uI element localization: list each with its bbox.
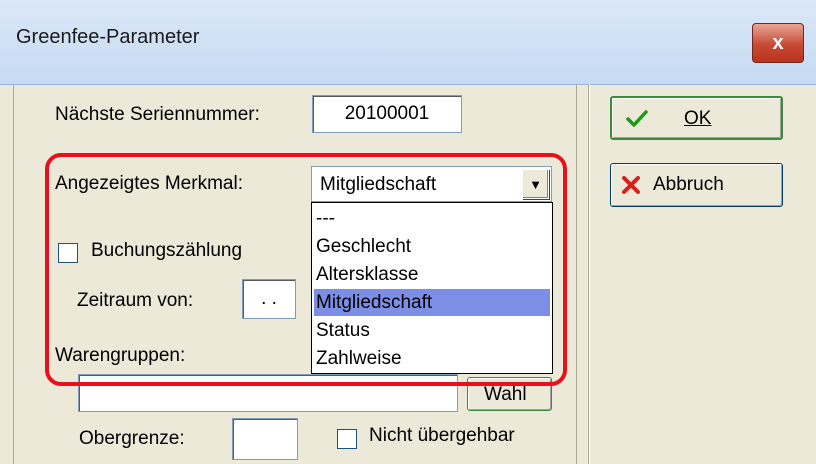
dropdown-button[interactable]: ▼	[522, 169, 549, 199]
dropdown-option[interactable]: Geschlecht	[314, 233, 550, 260]
ok-label: OK	[684, 108, 712, 129]
obergrenze-input[interactable]	[232, 418, 298, 460]
chevron-down-icon: ▼	[529, 176, 542, 192]
window-title: Greenfee-Parameter	[16, 26, 200, 48]
serial-number-input[interactable]: 20100001	[312, 95, 462, 133]
nicht-uebergehbar-checkbox[interactable]	[337, 429, 357, 449]
dropdown-option-selected[interactable]: Mitgliedschaft	[314, 289, 550, 316]
wahl-button[interactable]: Wahl	[467, 377, 552, 411]
dropdown-option[interactable]: Altersklasse	[314, 261, 550, 288]
merkmal-label: Angezeigtes Merkmal:	[55, 173, 243, 194]
merkmal-selected-value: Mitgliedschaft	[320, 174, 437, 195]
dropdown-option[interactable]: ---	[314, 205, 550, 232]
vertical-separator	[588, 84, 589, 464]
buchungszaehlung-label: Buchungszählung	[91, 240, 243, 261]
checkmark-icon	[626, 110, 648, 127]
ok-button[interactable]: OK	[610, 96, 783, 140]
dropdown-option[interactable]: Zahlweise	[314, 345, 550, 372]
zeitraum-von-input[interactable]: . .	[242, 279, 296, 319]
cancel-label: Abbruch	[653, 174, 724, 195]
obergrenze-label: Obergrenze:	[79, 428, 185, 449]
merkmal-combobox[interactable]: Mitgliedschaft ▼	[311, 166, 552, 202]
zeitraum-label: Zeitraum von:	[77, 290, 194, 311]
buchungszaehlung-checkbox[interactable]	[58, 243, 78, 263]
merkmal-dropdown-list: --- Geschlecht Altersklasse Mitgliedscha…	[311, 202, 553, 374]
wahl-label: Wahl	[484, 384, 527, 405]
red-x-icon	[622, 176, 640, 194]
nicht-uebergehbar-label: Nicht übergehbar	[369, 425, 515, 446]
dropdown-option[interactable]: Status	[314, 317, 550, 344]
cancel-button[interactable]: Abbruch	[610, 163, 783, 207]
warengruppen-input[interactable]	[78, 374, 458, 412]
close-button[interactable]: x	[752, 23, 804, 63]
title-bar: Greenfee-Parameter x	[0, 0, 816, 85]
close-icon: x	[772, 31, 784, 54]
serial-label: Nächste Seriennummer:	[55, 104, 260, 125]
warengruppen-label: Warengruppen:	[55, 345, 186, 366]
